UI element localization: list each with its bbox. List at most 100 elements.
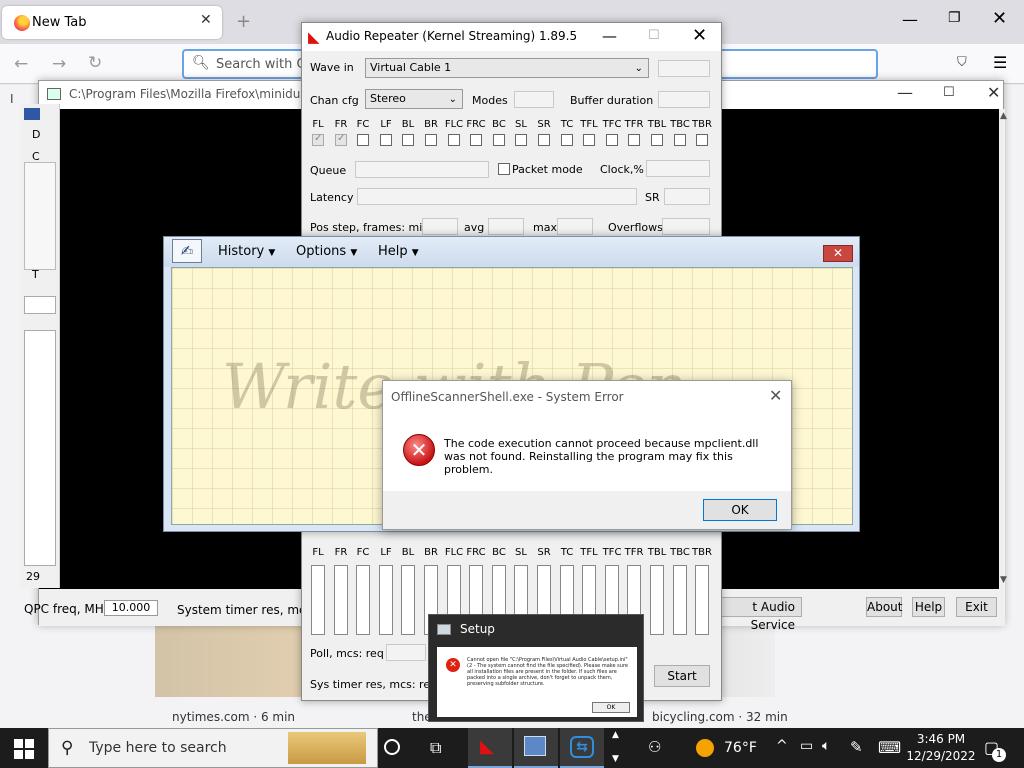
channel-checkbox-tbr[interactable]: [696, 134, 708, 146]
close-icon[interactable]: ✕: [823, 245, 853, 262]
keyboard-icon[interactable]: ⌨: [878, 738, 901, 757]
channel-label-fc: FC: [356, 119, 370, 130]
buffer-duration-field[interactable]: [658, 91, 710, 108]
maximize-icon[interactable]: ❐: [948, 10, 961, 26]
bookmark-item[interactable]: I: [10, 92, 14, 106]
close-icon[interactable]: ✕: [987, 83, 1000, 102]
minimize-icon[interactable]: —: [902, 10, 918, 29]
pocket-icon[interactable]: ⛉: [957, 55, 967, 70]
channel-checkbox-tfl[interactable]: [583, 134, 595, 146]
firefox-tab[interactable]: New Tab ✕: [2, 6, 222, 39]
ok-button[interactable]: OK: [703, 499, 777, 521]
scroll-down-icon[interactable]: ▼: [1000, 575, 1007, 585]
pen-icon[interactable]: ✍: [172, 239, 202, 263]
poll-field[interactable]: [386, 644, 426, 661]
channel-level-slider-tbr[interactable]: [695, 565, 709, 635]
task-view-icon[interactable]: ⧉: [430, 738, 441, 758]
chan-cfg-select[interactable]: Stereo ⌄: [365, 89, 463, 109]
qpc-freq-field[interactable]: 10.000: [104, 600, 158, 616]
packet-mode-checkbox[interactable]: [498, 163, 510, 175]
network-icon[interactable]: ▭: [800, 738, 813, 754]
back-arrow-icon[interactable]: ←: [14, 54, 28, 74]
setup-body: ✕ Cannot open file "C:\Program Files\Vir…: [437, 647, 637, 717]
close-icon[interactable]: ✕: [692, 25, 707, 46]
channel-level-slider-lf[interactable]: [379, 565, 393, 635]
channel-checkbox-tbc[interactable]: [674, 134, 686, 146]
channel-level-slider-tbc[interactable]: [673, 565, 687, 635]
channel-checkbox-bc[interactable]: [493, 134, 505, 146]
menu-history[interactable]: History ▼: [218, 244, 275, 259]
chevron-down-icon: ▼: [350, 248, 358, 258]
maximize-icon[interactable]: ☐: [943, 85, 955, 100]
channel-checkbox-tfc[interactable]: [606, 134, 618, 146]
search-icon: 🔍︎: [192, 55, 210, 71]
channel-checkbox-sr[interactable]: [538, 134, 550, 146]
reload-icon[interactable]: ↻: [88, 53, 102, 73]
modes-label: Modes: [472, 94, 508, 107]
scroll-up-icon[interactable]: ▲: [1000, 111, 1007, 121]
channel-checkbox-flc[interactable]: [448, 134, 460, 146]
app-icon: [24, 108, 40, 120]
volume-icon[interactable]: 🔈︎: [822, 738, 830, 754]
tile-nytimes[interactable]: nytimes.com · 6 min: [172, 710, 295, 724]
tab-close-icon[interactable]: ✕: [200, 12, 212, 28]
channel-level-slider-tbl[interactable]: [650, 565, 664, 635]
taskbar-app-link[interactable]: ⇆: [560, 728, 604, 768]
channel-level-slider-fl[interactable]: [311, 565, 325, 635]
taskbar-audio-repeater[interactable]: ◣: [468, 728, 512, 768]
channel-level-slider-fr[interactable]: [334, 565, 348, 635]
hamburger-menu-icon[interactable]: ☰: [993, 53, 1007, 72]
show-hidden-icons-icon[interactable]: ^: [776, 738, 788, 754]
queue-label: Queue: [310, 164, 347, 177]
channel-label-sl: SL: [515, 119, 527, 130]
help-button[interactable]: Help: [912, 597, 945, 617]
channel-level-slider-bl[interactable]: [401, 565, 415, 635]
taskbar-app-network[interactable]: [514, 728, 558, 768]
forward-arrow-icon[interactable]: →: [52, 54, 66, 74]
channel-checkbox-tc[interactable]: [561, 134, 573, 146]
panel-list[interactable]: [24, 330, 56, 566]
menu-help[interactable]: Help ▼: [378, 244, 419, 259]
close-icon[interactable]: ✕: [769, 386, 782, 405]
channel-checkbox-tbl[interactable]: [651, 134, 663, 146]
chan-cfg-label: Chan cfg: [310, 94, 359, 107]
channel-level-slider-fc[interactable]: [356, 565, 370, 635]
close-icon[interactable]: ✕: [992, 8, 1007, 29]
channel-checkbox-frc[interactable]: [470, 134, 482, 146]
panel-field[interactable]: [24, 296, 56, 314]
minimize-icon[interactable]: —: [602, 27, 617, 45]
about-button[interactable]: About: [866, 597, 902, 617]
chevron-up-icon[interactable]: ▲: [612, 730, 619, 740]
clock-date[interactable]: 12/29/2022: [902, 749, 980, 763]
people-icon[interactable]: ⚇: [648, 738, 661, 756]
new-tab-button[interactable]: +: [236, 11, 251, 32]
windows-start-icon[interactable]: [14, 739, 34, 759]
sun-icon[interactable]: [696, 739, 714, 757]
menu-options[interactable]: Options ▼: [296, 244, 357, 259]
wave-in-select[interactable]: Virtual Cable 1 ⌄: [365, 58, 649, 78]
channel-checkbox-fc[interactable]: [357, 134, 369, 146]
exit-button[interactable]: Exit: [956, 597, 997, 617]
channel-checkbox-fl[interactable]: [312, 133, 324, 146]
weather-temperature[interactable]: 76°F: [724, 740, 757, 756]
clock-time[interactable]: 3:46 PM: [902, 732, 980, 746]
cortana-icon[interactable]: [384, 739, 400, 755]
channel-checkbox-br[interactable]: [425, 134, 437, 146]
channel-label-tbl: TBL: [647, 119, 667, 130]
minimize-icon[interactable]: —: [897, 83, 913, 102]
scrollbar[interactable]: [999, 109, 1005, 589]
tile-bicycling[interactable]: bicycling.com · 32 min: [652, 710, 788, 724]
setup-ok-button[interactable]: OK: [592, 702, 630, 713]
start-button[interactable]: Start: [654, 665, 710, 687]
queue-bar: [355, 161, 489, 178]
channel-checkbox-lf[interactable]: [380, 134, 392, 146]
chevron-down-icon[interactable]: ▼: [612, 754, 619, 764]
left-tool-panel: D C T 29: [20, 104, 60, 588]
channel-checkbox-fr[interactable]: [335, 133, 347, 146]
channel-level-label-fr: FR: [334, 547, 348, 558]
channel-checkbox-sl[interactable]: [515, 134, 527, 146]
channel-checkbox-bl[interactable]: [402, 134, 414, 146]
pen-workspace-icon[interactable]: ✎: [850, 738, 863, 756]
channel-level-label-tbr: TBR: [692, 547, 712, 558]
channel-checkbox-tfr[interactable]: [628, 134, 640, 146]
